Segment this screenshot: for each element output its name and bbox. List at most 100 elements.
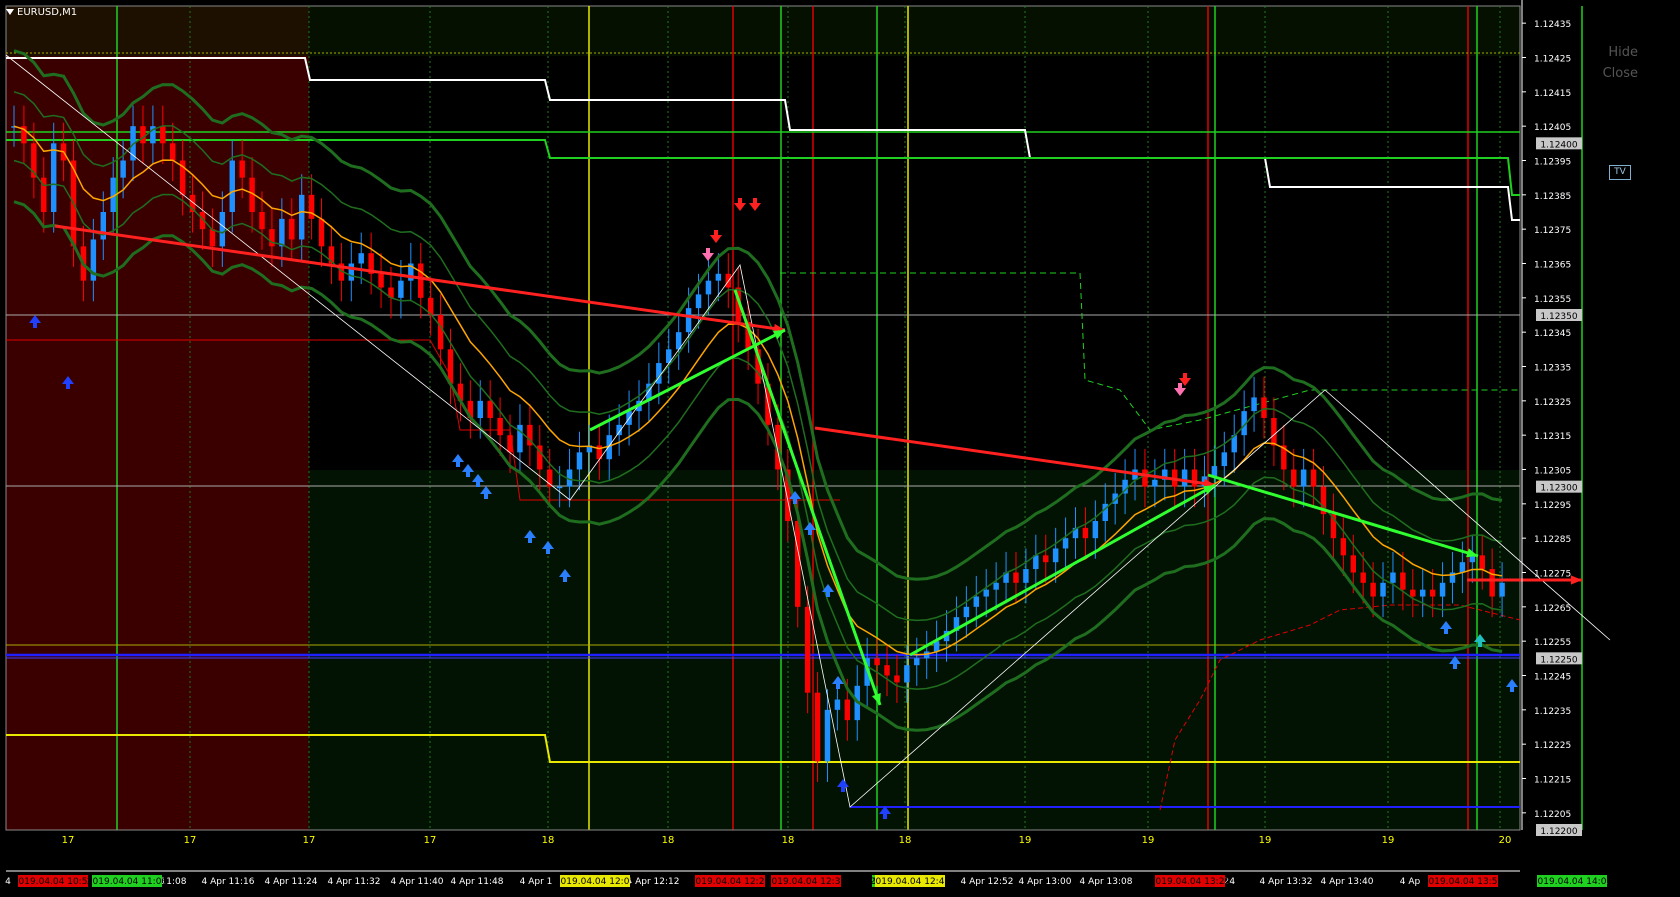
candle-body <box>814 692 821 762</box>
candle-body <box>1400 572 1406 590</box>
candle-body <box>1271 418 1277 446</box>
time-badge-label: 2019.04.04 12:45 <box>870 877 950 887</box>
symbol-menu-icon[interactable] <box>6 9 14 15</box>
time-label: 4 Apr 11:40 <box>391 877 444 887</box>
time-badge-label: 2019.04.04 12:33 <box>766 877 846 887</box>
candle-body <box>804 606 811 693</box>
time-label: 4 Apr 13:32 <box>1260 877 1313 887</box>
candle-body <box>556 486 563 489</box>
time-badge-label: 2019.04.04 13:22 <box>1150 877 1230 887</box>
price-tick-label: 1.12245 <box>1534 673 1571 683</box>
price-tick-label: 1.12385 <box>1534 192 1571 202</box>
time-label: 4 Apr 12:52 <box>961 877 1014 887</box>
candle-body <box>884 665 890 676</box>
top-dotted-zone <box>6 6 1520 56</box>
price-tick-label: 1.12365 <box>1534 261 1571 271</box>
candle-body <box>1479 555 1485 570</box>
candle-body <box>1390 572 1396 583</box>
sell-signal-arrow-icon <box>734 198 746 211</box>
candle-body <box>1191 469 1198 487</box>
candle-body <box>834 699 841 710</box>
time-badge-label: 2019.04.04 11:06 <box>87 877 168 887</box>
candle-body <box>348 263 355 281</box>
candle-body <box>715 273 722 281</box>
candle-body <box>1429 589 1436 597</box>
hour-label: 19 <box>1142 835 1155 846</box>
time-label: 4 Apr 1 <box>520 877 553 887</box>
candle-body <box>904 665 910 683</box>
close-button[interactable]: Close <box>1603 66 1638 81</box>
price-tick-label: 1.12425 <box>1534 55 1571 65</box>
candle-body <box>963 606 970 618</box>
candle-body <box>1459 562 1466 573</box>
hour-label: 18 <box>782 835 795 846</box>
candle-body <box>973 596 980 607</box>
price-tick-label: 1.12345 <box>1534 329 1571 339</box>
price-tick-label: 1.12275 <box>1534 570 1571 580</box>
price-tick-label: 1.12255 <box>1534 638 1571 648</box>
candle-body <box>1300 469 1307 487</box>
hour-label: 19 <box>1259 835 1272 846</box>
candle-body <box>794 521 801 607</box>
hour-label: 17 <box>62 835 75 846</box>
hour-strip <box>6 830 1520 860</box>
candle-body <box>507 435 513 453</box>
time-badge-label: 2019.04.04 10:58 <box>13 877 94 887</box>
price-tick-label: 1.12325 <box>1534 398 1571 408</box>
time-label: 4 Apr 13:08 <box>1080 877 1133 887</box>
price-tick-label: 1.12395 <box>1534 158 1571 168</box>
candle-body <box>1043 555 1049 563</box>
candle-body <box>170 143 176 161</box>
time-label: 4 Apr 11:16 <box>202 877 255 887</box>
time-label: 4 Apr 11:32 <box>328 877 381 887</box>
time-label: 4 Apr 13:00 <box>1019 877 1072 887</box>
candle-body <box>1181 469 1188 487</box>
candle-body <box>209 229 216 247</box>
hide-button[interactable]: Hide <box>1608 45 1638 60</box>
sell-signal-arrow-icon <box>1174 383 1186 396</box>
price-tick-label: 1.12355 <box>1534 295 1571 305</box>
price-highlight-label: 1.12300 <box>1540 484 1577 494</box>
candle-body <box>685 308 692 333</box>
sell-signal-arrow-icon <box>710 230 722 243</box>
candle-body <box>398 280 404 298</box>
candle-body <box>358 253 364 264</box>
price-tick-label: 1.12375 <box>1534 226 1571 236</box>
price-tick-label: 1.12305 <box>1534 467 1571 477</box>
candle-body <box>259 212 265 230</box>
candle-body <box>1033 555 1039 570</box>
green-dashed-level <box>780 272 1520 431</box>
candle-body <box>160 126 166 144</box>
candle-body <box>140 126 146 144</box>
candle-body <box>695 294 702 309</box>
price-tick-label: 1.12235 <box>1534 707 1571 717</box>
candle-body <box>487 400 493 418</box>
candle-body <box>844 699 851 721</box>
candle-body <box>269 229 275 247</box>
price-tick-label: 1.12215 <box>1534 776 1571 786</box>
price-tick-label: 1.12335 <box>1534 364 1571 374</box>
time-badge-label: 2019.04.04 12:05 <box>555 877 635 887</box>
buy-signal-arrow-icon <box>452 454 464 467</box>
candle-body <box>1291 469 1297 487</box>
hour-label: 17 <box>184 835 197 846</box>
tv-button[interactable]: TV <box>1609 165 1631 180</box>
price-chart[interactable]: 1.12435 1.12425 1.12415 1.12405 1.12395 1.123… <box>0 0 1680 897</box>
candle-body <box>477 400 483 418</box>
price-tick-label: 1.12265 <box>1534 604 1571 614</box>
hour-label: 18 <box>899 835 912 846</box>
hour-label: 17 <box>303 835 316 846</box>
time-label: 4 Ap <box>1400 877 1421 887</box>
candle-body <box>289 218 295 240</box>
candle-body <box>1052 548 1059 563</box>
candle-body <box>1340 538 1347 556</box>
candle-body <box>497 418 503 436</box>
hour-label: 17 <box>424 835 437 846</box>
candle-body <box>298 194 305 240</box>
candle-body <box>229 160 235 212</box>
candle-body <box>1221 452 1228 467</box>
price-tick-label: 1.12295 <box>1534 501 1571 511</box>
hour-label: 19 <box>1382 835 1395 846</box>
time-label: 4 <box>5 877 11 887</box>
price-highlight-label: 1.12250 <box>1540 655 1577 665</box>
